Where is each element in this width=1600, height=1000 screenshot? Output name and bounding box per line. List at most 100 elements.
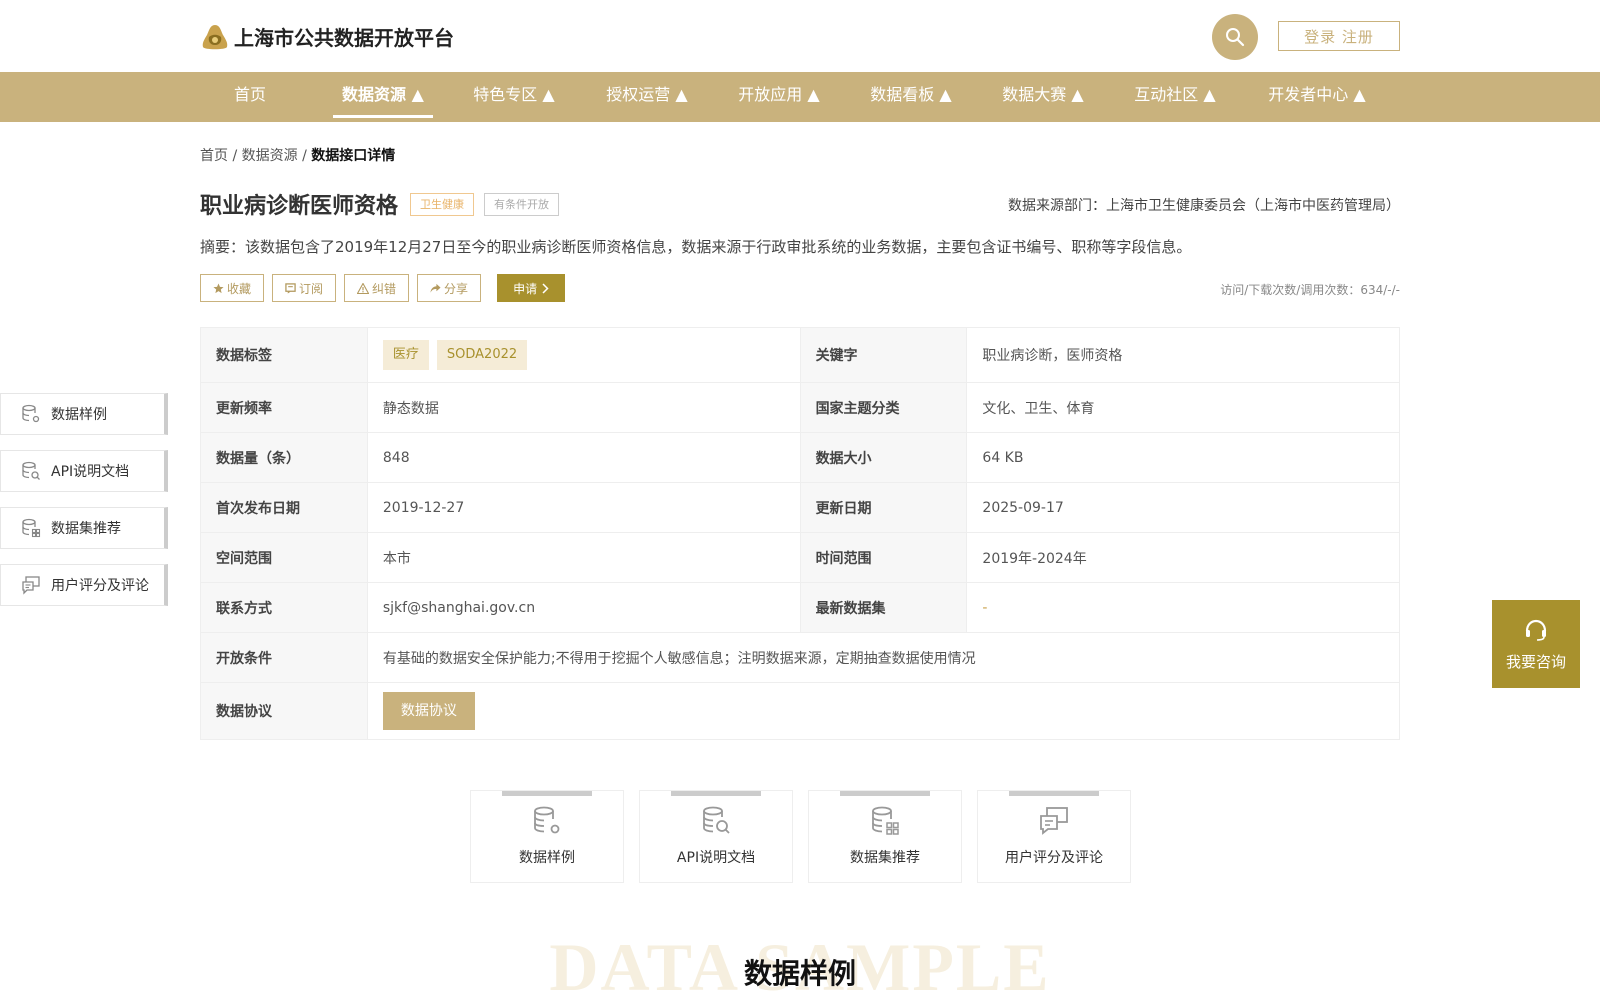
nav-item-data-dashboard[interactable]: 数据看板 ▲ <box>868 72 954 122</box>
update-date-value: 2025-09-17 <box>966 482 1400 533</box>
share-label: 分享 <box>444 281 469 296</box>
tag-chip[interactable]: 医疗 <box>382 340 429 370</box>
chevron-right-icon <box>542 282 549 294</box>
card-api-docs[interactable]: API说明文档 <box>639 790 793 883</box>
summary-text: 摘要：该数据包含了2019年12月27日至今的职业病诊断医师资格信息，数据来源于… <box>200 238 1192 256</box>
visit-count: 访问/下载次数/调用次数：634/-/- <box>1220 283 1400 297</box>
bookmark-icon <box>285 282 296 294</box>
correct-button[interactable]: 纠错 <box>344 274 410 302</box>
time-range-label: 时间范围 <box>799 532 968 583</box>
frequency-label: 更新频率 <box>200 382 368 433</box>
contact-value: sjkf@shanghai.gov.cn <box>366 582 801 633</box>
sidenav-item-ratings-comments[interactable]: 用户评分及评论 <box>0 564 168 606</box>
section-title: 数据样例 <box>743 957 856 990</box>
sidenav-item-label: 数据集推荐 <box>51 521 121 537</box>
database-gear-icon <box>22 404 40 423</box>
nav-item-home[interactable]: 首页 <box>234 72 266 122</box>
tags-label: 数据标签 <box>200 327 368 383</box>
topic-tag: 卫生健康 <box>410 192 475 216</box>
sidenav-item-label: API说明文档 <box>51 464 130 480</box>
keywords-value: 职业病诊断，医师资格 <box>966 327 1400 383</box>
space-range-value: 本市 <box>366 532 801 583</box>
correct-label: 纠错 <box>372 281 397 296</box>
title-row: 职业病诊断医师资格 卫生健康 有条件开放 <box>200 188 560 220</box>
page-title: 职业病诊断医师资格 <box>200 194 399 219</box>
table-row: 数据标签 医疗 SODA2022 关键字 职业病诊断，医师资格 <box>200 327 1400 383</box>
count-value: 848 <box>366 432 801 483</box>
share-button[interactable]: 分享 <box>417 274 482 302</box>
table-row: 联系方式 sjkf@shanghai.gov.cn 最新数据集 - <box>200 582 1400 633</box>
table-row: 空间范围 本市 时间范围 2019年-2024年 <box>200 532 1400 583</box>
nav-item-data-competition[interactable]: 数据大赛 ▲ <box>1000 72 1086 122</box>
sidenav-item-dataset-recommend[interactable]: 数据集推荐 <box>0 507 168 549</box>
card-ratings-comments[interactable]: 用户评分及评论 <box>977 790 1131 883</box>
star-icon <box>213 282 224 293</box>
breadcrumb: 首页 / 数据资源 / 数据接口详情 <box>200 145 395 165</box>
database-grid-icon <box>872 806 899 835</box>
consult-button[interactable]: 我要咨询 <box>1492 600 1580 688</box>
top-header: 上海市公共数据开放平台 登录 注册 <box>0 0 1600 72</box>
favorite-label: 收藏 <box>227 281 252 296</box>
database-grid-icon <box>22 518 41 538</box>
sidenav-item-label: 数据样例 <box>51 407 107 423</box>
open-condition-value: 有基础的数据安全保护能力;不得用于挖掘个人敏感信息；注明数据来源，定期抽查数据使… <box>366 632 1401 683</box>
table-row: 更新频率 静态数据 国家主题分类 文化、卫生、体育 <box>200 382 1400 433</box>
share-icon <box>430 283 441 293</box>
card-data-sample[interactable]: 数据样例 <box>470 790 624 883</box>
frequency-value: 静态数据 <box>366 382 801 433</box>
database-search-icon <box>703 806 730 834</box>
latest-dataset-link[interactable]: - <box>982 600 987 616</box>
login-register-button[interactable]: 登录 注册 <box>1278 21 1400 51</box>
search-button[interactable] <box>1212 14 1258 60</box>
keywords-label: 关键字 <box>799 327 968 383</box>
open-condition-label: 开放条件 <box>200 632 368 683</box>
info-table: 数据标签 医疗 SODA2022 关键字 职业病诊断，医师资格 更新频率 静态数据… <box>200 327 1401 740</box>
apply-label: 申请 <box>513 281 538 296</box>
card-label: 数据样例 <box>519 850 575 866</box>
side-nav: 数据样例 API说明文档 数据集推荐 用户评分及评论 <box>0 393 168 621</box>
breadcrumb-data-resources[interactable]: 数据资源 <box>242 148 298 164</box>
sidenav-item-label: 用户评分及评论 <box>51 578 149 594</box>
data-protocol-button[interactable]: 数据协议 <box>382 692 475 730</box>
search-icon <box>1226 28 1245 47</box>
nav-item-data-resources[interactable]: 数据资源 ▲ <box>333 72 433 122</box>
table-row: 开放条件 有基础的数据安全保护能力;不得用于挖掘个人敏感信息；注明数据来源，定期… <box>200 632 1401 683</box>
action-bar: 收藏 订阅 纠错 分享 申请 <box>200 274 566 302</box>
card-dataset-recommend[interactable]: 数据集推荐 <box>808 790 962 883</box>
chat-bubbles-icon <box>22 576 40 595</box>
site-title: 上海市公共数据开放平台 <box>234 26 454 50</box>
nav-item-special-zone[interactable]: 特色专区 ▲ <box>471 72 557 122</box>
subscribe-button[interactable]: 订阅 <box>272 274 337 302</box>
site-logo[interactable]: 上海市公共数据开放平台 <box>200 22 454 51</box>
section-cards: 数据样例 API说明文档 数据集推荐 用户评分及评论 <box>470 790 1131 883</box>
theme-value: 文化、卫生、体育 <box>966 382 1400 433</box>
headset-icon <box>1525 619 1547 641</box>
favorite-button[interactable]: 收藏 <box>200 274 265 302</box>
time-range-value: 2019年-2024年 <box>966 532 1400 583</box>
tag-chip[interactable]: SODA2022 <box>436 340 528 370</box>
breadcrumb-home[interactable]: 首页 <box>200 148 228 164</box>
apply-button[interactable]: 申请 <box>497 274 566 302</box>
count-label: 数据量（条） <box>200 432 368 483</box>
database-gear-icon <box>534 806 560 834</box>
card-label: 用户评分及评论 <box>1005 850 1103 866</box>
breadcrumb-current: 数据接口详情 <box>311 148 396 164</box>
sidenav-item-api-docs[interactable]: API说明文档 <box>0 450 168 492</box>
nav-item-developer-center[interactable]: 开发者中心 ▲ <box>1266 72 1368 122</box>
size-value: 64 KB <box>966 432 1400 483</box>
table-row: 数据量（条） 848 数据大小 64 KB <box>200 432 1400 483</box>
size-label: 数据大小 <box>799 432 968 483</box>
open-type-tag: 有条件开放 <box>484 192 560 216</box>
nav-item-community[interactable]: 互动社区 ▲ <box>1132 72 1218 122</box>
source-department: 数据来源部门：上海市卫生健康委员会（上海市中医药管理局） <box>1008 198 1400 214</box>
nav-item-open-apps[interactable]: 开放应用 ▲ <box>736 72 822 122</box>
card-label: API说明文档 <box>676 850 756 866</box>
chat-bubbles-icon <box>1040 807 1068 835</box>
nav-item-authorized-operation[interactable]: 授权运营 ▲ <box>604 72 690 122</box>
first-publish-value: 2019-12-27 <box>366 482 801 533</box>
breadcrumb-separator: / <box>297 148 312 164</box>
sidenav-item-data-sample[interactable]: 数据样例 <box>0 393 168 435</box>
subscribe-label: 订阅 <box>299 281 324 296</box>
card-label: 数据集推荐 <box>850 850 920 866</box>
database-search-icon <box>22 461 40 480</box>
